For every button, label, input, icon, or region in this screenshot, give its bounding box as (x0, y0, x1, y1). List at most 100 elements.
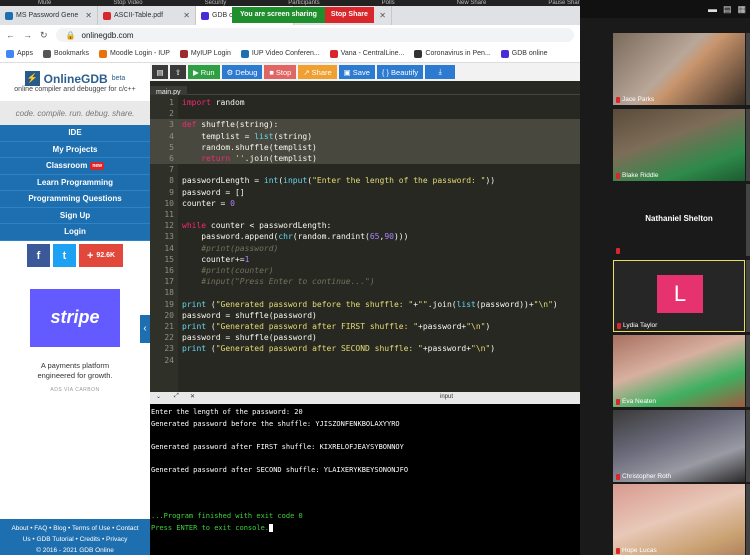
twitter-icon[interactable]: t (53, 244, 76, 267)
close-icon[interactable]: ✕ (379, 11, 386, 20)
debug-button[interactable]: ⚙ Debug (221, 65, 263, 79)
view-icon[interactable]: ▤ (723, 4, 732, 15)
muted-mic-icon (616, 96, 620, 103)
browser-tab[interactable]: MS Password Gene ✕ (0, 6, 98, 25)
sidebar-item-learn-programming[interactable]: Learn Programming (0, 174, 150, 191)
collapse-sidebar-button[interactable]: ‹ (140, 314, 150, 343)
sidebar-item-label: Learn Programming (36, 177, 113, 187)
facebook-icon[interactable]: f (27, 244, 50, 267)
bookmark-label: GDB online (511, 50, 548, 57)
participant-tile[interactable]: L Lydia Taylor (613, 260, 745, 332)
bookmark-item[interactable]: Apps (6, 49, 33, 58)
tab-favicon-icon (201, 11, 209, 20)
zoom-gallery-header: ▬ ▤ ▦ (580, 0, 750, 18)
bookmark-item[interactable]: GDB online (500, 49, 548, 58)
run-button[interactable]: ▶ Run (188, 65, 220, 79)
sidebar-item-login[interactable]: Login (0, 224, 150, 241)
participant-tile[interactable]: Nathaniel Shelton (613, 184, 745, 256)
sidebar-item-my-projects[interactable]: My Projects (0, 141, 150, 158)
line-number: 13 (164, 232, 174, 242)
share-icon: ↗ (303, 67, 310, 77)
bookmark-label: IUP Video Conferen... (251, 50, 320, 57)
carbon-ad[interactable]: stripe A payments platform engineered for… (0, 270, 150, 471)
save-icon: ▣ (343, 67, 351, 77)
open-file-icon[interactable]: ⇧ (170, 65, 186, 79)
code-line: 23 print ("Generated password after SECON… (150, 343, 580, 354)
sidebar-item-classroom[interactable]: Classroom new (0, 158, 150, 175)
browser-tab[interactable]: ASCII-Table.pdf ✕ (98, 6, 196, 25)
bookmark-item[interactable]: Bookmarks (42, 49, 89, 58)
stop-button[interactable]: ■ Stop (264, 65, 297, 79)
url-field[interactable]: 🔒 onlinegdb.com (55, 28, 574, 42)
bookmark-label: MyIUP Login (190, 50, 231, 57)
participant-tile[interactable]: Jace Parks (613, 33, 745, 105)
line-number: 7 (169, 165, 174, 175)
line-number: 5 (169, 142, 174, 152)
bookmark-item[interactable]: Coronavirus in Pen... (414, 49, 491, 58)
bookmark-icon (414, 49, 423, 58)
sidebar-footer: About • FAQ • Blog • Terms of Use • Cont… (0, 519, 150, 555)
code-editor[interactable]: 1 import random 2 3 def shuffle(string): 4 te… (150, 95, 580, 392)
bookmark-item[interactable]: MyIUP Login (179, 49, 231, 58)
tab-favicon-icon (5, 11, 13, 20)
participant-tile[interactable]: Blake Riddle (613, 109, 745, 181)
code-line: 12 while counter < passwordLength: (150, 220, 580, 231)
bookmark-icon (240, 49, 249, 58)
beautify-button[interactable]: { } Beautify (376, 65, 424, 79)
grid-view-icon[interactable]: ▦ (737, 4, 746, 15)
forward-icon[interactable]: → (23, 30, 32, 40)
save-button[interactable]: ▣ Save (338, 65, 375, 79)
line-number: 16 (164, 266, 174, 275)
ad-text-2: engineered for growth. (37, 370, 113, 380)
back-icon[interactable]: ← (6, 30, 15, 40)
code-line: 17 #input("Press Enter to continue...") (150, 276, 580, 287)
code-text: def shuffle(string): (182, 120, 279, 130)
sidebar-item-sign-up[interactable]: Sign Up (0, 207, 150, 224)
sidebar-item-ide[interactable]: IDE (0, 125, 150, 142)
muted-mic-icon (616, 398, 620, 405)
stop-share-button[interactable]: Stop Share (324, 7, 374, 23)
code-text: return ''.join(templist) (201, 154, 317, 163)
footer-links-1[interactable]: About • FAQ • Blog • Terms of Use • Cont… (0, 523, 150, 534)
sidebar-item-programming-questions[interactable]: Programming Questions (0, 191, 150, 208)
participant-tile[interactable]: Christopher Roth (613, 410, 745, 482)
close-icon[interactable]: ✕ (85, 11, 92, 20)
code-line: 8 passwordLength = int(input("Enter the l… (150, 175, 580, 186)
collapse-console-icon[interactable]: ⌄ (156, 393, 161, 400)
reload-icon[interactable]: ↻ (40, 30, 48, 41)
code-line: 21 print ("Generated password after FIRST… (150, 321, 580, 332)
download-icon[interactable]: ⤓ (425, 65, 456, 79)
close-icon[interactable]: ✕ (183, 11, 190, 20)
bookmark-icon (6, 49, 14, 58)
footer-links-2[interactable]: Us • GDB Tutorial • Credits • Privacy (0, 534, 150, 545)
line-number: 22 (164, 333, 174, 343)
participant-tile[interactable]: Hope Lucas (613, 484, 745, 555)
participant-tile[interactable]: Eva Neaten (613, 335, 745, 407)
line-number: 8 (169, 176, 174, 186)
sidebar-nav: IDE My Projects Classroom new Learn Programm… (0, 125, 150, 241)
close-console-icon[interactable]: ✕ (190, 393, 195, 400)
participant-name: Lydia Taylor (617, 322, 657, 329)
minimize-icon[interactable]: ▬ (708, 4, 717, 14)
bookmark-item[interactable]: IUP Video Conferen... (240, 49, 320, 58)
ad-via: ADS VIA CARBON (50, 386, 100, 393)
zoom-gallery: ▬ ▤ ▦ Jace Parks Blake Riddle Nathaniel Sh… (580, 0, 750, 555)
code-line: 14 #print(password) (150, 243, 580, 254)
side-video-strip (746, 335, 750, 407)
stripe-logo: stripe (30, 288, 120, 347)
code-text: password = shuffle(password) (182, 310, 317, 320)
console-output[interactable]: Enter the length of the password: 20 Gene… (150, 404, 580, 555)
gdb-logo[interactable]: ⚡ OnlineGDB beta online compiler and debug… (0, 63, 150, 101)
sidebar-item-label: IDE (68, 128, 82, 138)
participant-name: Hope Lucas (616, 547, 657, 554)
share-count-button[interactable]: +92.6K (79, 244, 123, 267)
code-text: while counter < passwordLength: (182, 221, 332, 231)
code-line: 6 return ''.join(templist) (150, 153, 580, 165)
muted-mic-icon (617, 322, 621, 329)
new-file-icon[interactable]: ▤ (152, 65, 168, 79)
expand-console-icon[interactable]: ⤢ (174, 393, 179, 400)
bookmark-item[interactable]: Moodle Login - IUP (98, 49, 170, 58)
share-button[interactable]: ↗ Share (298, 65, 337, 79)
bookmark-item[interactable]: Vana - CentralLine... (329, 49, 404, 58)
